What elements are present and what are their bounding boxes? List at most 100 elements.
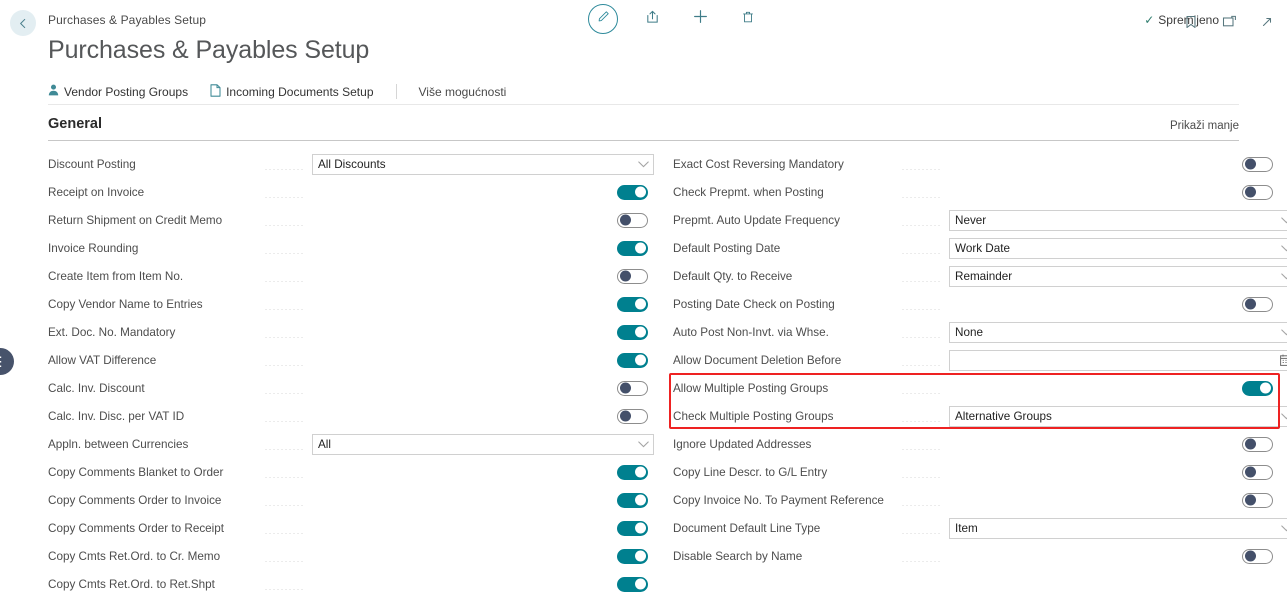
chevron-down-icon[interactable]: [1281, 216, 1287, 224]
toggle-knob: [1245, 438, 1256, 450]
open-new-window-icon: [1222, 15, 1237, 33]
expand-button[interactable]: [1253, 10, 1281, 38]
dropdown-select[interactable]: Remainder: [949, 265, 1287, 287]
toggle-switch[interactable]: [617, 352, 648, 368]
field-row: Discount Posting All Discounts: [48, 150, 654, 178]
toggle-switch[interactable]: [617, 296, 648, 312]
toggle-switch[interactable]: [617, 520, 648, 536]
toggle-switch[interactable]: [617, 184, 648, 200]
field-label: Posting Date Check on Posting: [673, 297, 835, 311]
field-row: Copy Vendor Name to Entries: [48, 290, 648, 318]
toggle-knob: [1260, 382, 1271, 394]
chevron-down-icon[interactable]: [1281, 524, 1287, 532]
field-label: Copy Invoice No. To Payment Reference: [673, 493, 884, 507]
dropdown-select[interactable]: None: [949, 321, 1287, 343]
toggle-switch[interactable]: [617, 380, 648, 396]
toggle-switch[interactable]: [617, 324, 648, 340]
chevron-down-icon[interactable]: [638, 160, 649, 168]
control-slot: All: [312, 433, 654, 455]
field-label: Prepmt. Auto Update Frequency: [673, 213, 840, 227]
toggle-switch[interactable]: [617, 268, 648, 284]
dropdown-select[interactable]: All Discounts: [312, 153, 654, 175]
section-header: General Prikaži manje: [48, 116, 1239, 140]
field-value: Item: [955, 521, 978, 535]
leader-dots: [264, 532, 304, 534]
ribbon-more-options[interactable]: Više mogućnosti: [419, 85, 507, 99]
share-button[interactable]: [638, 5, 666, 33]
chevron-down-icon[interactable]: [1281, 412, 1287, 420]
leader-dots: [901, 448, 941, 450]
leader-dots: [901, 504, 941, 506]
field-row: Document Default Line Type Item: [673, 514, 1287, 542]
field-value: None: [955, 325, 983, 339]
dropdown-select[interactable]: Work Date: [949, 237, 1287, 259]
toggle-switch[interactable]: [617, 408, 648, 424]
chevron-down-icon[interactable]: [1281, 328, 1287, 336]
toggle-knob: [620, 214, 631, 226]
ribbon-item-label: Vendor Posting Groups: [64, 84, 189, 99]
dropdown-select[interactable]: Never: [949, 209, 1287, 231]
chevron-down-icon[interactable]: [1281, 244, 1287, 252]
calendar-icon[interactable]: [1280, 354, 1287, 366]
bookmark-icon: [1185, 15, 1197, 34]
toggle-switch[interactable]: [617, 240, 648, 256]
toggle-knob: [620, 410, 631, 422]
leader-dots: [901, 308, 941, 310]
toggle-switch[interactable]: [617, 548, 648, 564]
chevron-down-icon[interactable]: [1281, 272, 1287, 280]
control-slot: All Discounts: [312, 153, 654, 175]
control-slot: [1242, 380, 1273, 396]
breadcrumb[interactable]: Purchases & Payables Setup: [48, 13, 206, 27]
toggle-switch[interactable]: [617, 492, 648, 508]
control-slot: [1242, 548, 1273, 564]
bookmark-button[interactable]: [1177, 10, 1205, 38]
toggle-switch[interactable]: [1242, 436, 1273, 452]
dropdown-select[interactable]: Item: [949, 517, 1287, 539]
toggle-switch[interactable]: [1242, 184, 1273, 200]
toggle-switch[interactable]: [1242, 492, 1273, 508]
leader-dots: [264, 336, 304, 338]
field-row: Disable Search by Name: [673, 542, 1273, 570]
leader-dots: [264, 196, 304, 198]
toggle-switch[interactable]: [1242, 548, 1273, 564]
show-less-link[interactable]: Prikaži manje: [1170, 120, 1239, 132]
toggle-switch[interactable]: [1242, 380, 1273, 396]
toggle-switch[interactable]: [617, 576, 648, 592]
toggle-knob: [635, 186, 646, 198]
field-label: Auto Post Non-Invt. via Whse.: [673, 325, 829, 339]
field-row: Appln. between Currencies All: [48, 430, 654, 458]
field-label: Default Qty. to Receive: [673, 269, 793, 283]
control-slot: Item: [949, 517, 1287, 539]
toggle-knob: [635, 494, 646, 506]
section-rule: [48, 140, 1239, 141]
dropdown-select[interactable]: All: [312, 433, 654, 455]
chevron-down-icon[interactable]: [638, 440, 649, 448]
trash-icon: [741, 10, 755, 29]
field-row: Invoice Rounding: [48, 234, 648, 262]
field-label: Create Item from Item No.: [48, 269, 184, 283]
toggle-switch[interactable]: [1242, 464, 1273, 480]
ribbon-vendor-posting-groups[interactable]: Vendor Posting Groups: [48, 84, 188, 99]
top-action-group: [588, 4, 762, 34]
toggle-switch[interactable]: [1242, 296, 1273, 312]
toggle-switch[interactable]: [617, 212, 648, 228]
leader-dots: [901, 476, 941, 478]
delete-button[interactable]: [734, 5, 762, 33]
ribbon-incoming-documents-setup[interactable]: Incoming Documents Setup: [210, 83, 374, 100]
new-button[interactable]: [686, 5, 714, 33]
leader-dots: [264, 308, 304, 310]
date-input[interactable]: [949, 349, 1287, 371]
toggle-switch[interactable]: [617, 464, 648, 480]
leader-dots: [901, 280, 941, 282]
dropdown-select[interactable]: Alternative Groups: [949, 405, 1287, 427]
field-label: Copy Line Descr. to G/L Entry: [673, 465, 828, 479]
edge-handle[interactable]: ⋮: [0, 348, 14, 375]
back-button[interactable]: [10, 10, 36, 36]
field-label: Copy Comments Order to Invoice: [48, 493, 222, 507]
open-in-new-button[interactable]: [1215, 10, 1243, 38]
section-title: General: [48, 116, 102, 132]
toggle-switch[interactable]: [1242, 156, 1273, 172]
control-slot: [617, 492, 648, 508]
control-slot: [617, 212, 648, 228]
edit-button[interactable]: [588, 4, 618, 34]
